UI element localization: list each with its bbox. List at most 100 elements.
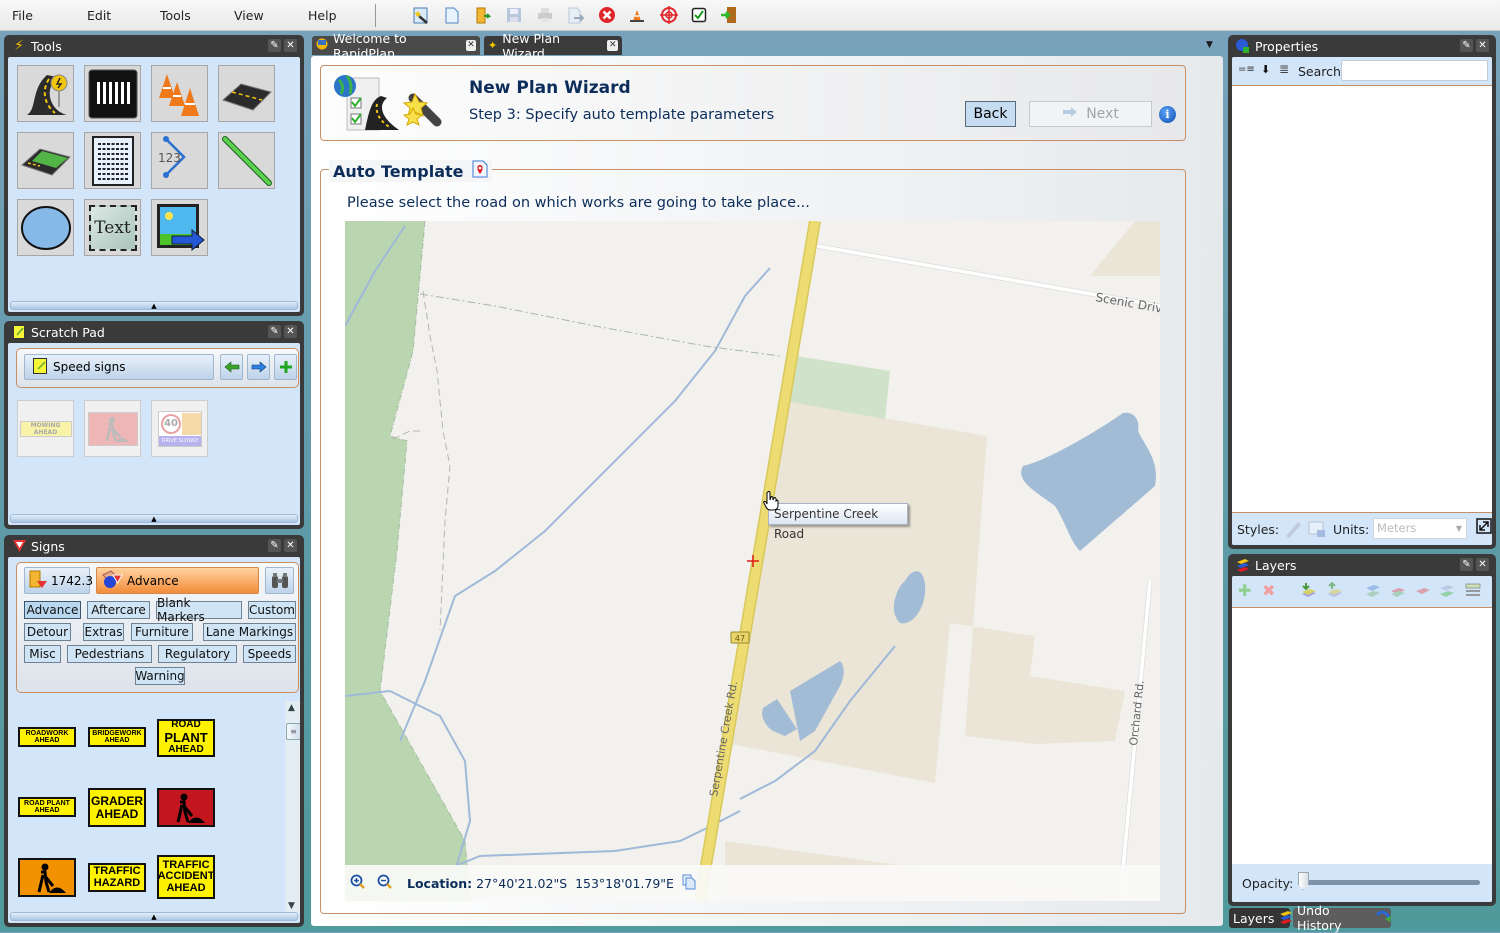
close-icon[interactable]: ✕ — [1476, 39, 1489, 52]
properties-search-input[interactable] — [1341, 60, 1488, 81]
categorized-view-icon[interactable]: =≡ — [1238, 64, 1255, 75]
category-advance[interactable]: Advance — [24, 601, 81, 619]
tab-welcome[interactable]: Welcome to RapidPlan ✕ — [312, 31, 480, 61]
layer-properties-icon[interactable] — [1464, 582, 1482, 603]
exit-door-icon[interactable] — [720, 6, 738, 24]
save-style-icon[interactable] — [1308, 520, 1326, 541]
move-layer-up-icon[interactable] — [1326, 581, 1344, 603]
category-detour[interactable]: Detour — [24, 623, 71, 641]
checkbox-icon[interactable] — [690, 6, 708, 24]
scratch-item-roadworker[interactable] — [84, 400, 141, 457]
sign-road-plant-ahead[interactable]: ROAD PLANT AHEAD — [157, 719, 215, 757]
category-blank-markers[interactable]: Blank Markers — [156, 596, 242, 624]
copy-icon[interactable] — [682, 874, 696, 893]
sign-roadwork-ahead[interactable]: ROADWORK AHEAD — [18, 727, 76, 747]
opacity-slider-thumb[interactable] — [1298, 872, 1309, 890]
map-canvas[interactable]: 47 Scenic Drive Serpentine Creek Rd. Orc… — [345, 221, 1160, 901]
category-misc[interactable]: Misc — [24, 645, 61, 663]
category-custom[interactable]: Custom — [248, 601, 296, 619]
layer-lock-icon[interactable] — [1414, 582, 1432, 603]
sign-grader-ahead[interactable]: GRADER AHEAD — [88, 788, 146, 827]
scroll-thumb[interactable]: ≡ — [286, 723, 300, 740]
units-dropdown[interactable]: Meters ▼ — [1373, 518, 1467, 539]
traffic-cones-tool[interactable] — [151, 65, 208, 122]
new-document-icon[interactable] — [443, 6, 461, 24]
pin-icon[interactable]: ✎ — [268, 539, 281, 552]
image-tool[interactable] — [151, 199, 208, 256]
category-aftercare[interactable]: Aftercare — [87, 601, 150, 619]
text-tool[interactable]: Text — [84, 199, 141, 256]
sign-traffic-hazard[interactable]: TRAFFIC HAZARD — [88, 863, 146, 892]
sign-road-plant-ahead-small[interactable]: ROAD PLANT AHEAD — [18, 797, 76, 817]
category-lane-markings[interactable]: Lane Markings — [203, 623, 296, 641]
next-button[interactable]: Next — [1029, 101, 1152, 127]
menu-file[interactable]: File — [12, 8, 33, 23]
close-tab-icon[interactable]: ✕ — [607, 40, 618, 51]
signs-collapse-bar[interactable]: ▲ — [10, 912, 298, 921]
road-area-tool[interactable] — [17, 132, 74, 189]
line-tool[interactable] — [218, 132, 275, 189]
sign-library-button[interactable]: 1742.3 — [24, 567, 93, 594]
opacity-slider[interactable] — [1304, 880, 1480, 885]
close-icon[interactable]: ✕ — [284, 39, 297, 52]
sort-icon[interactable]: ⬇ — [1261, 63, 1270, 76]
pedestrian-crossing-tool[interactable] — [84, 65, 141, 122]
signs-scrollbar[interactable]: ▲ ≡ ▼ — [285, 701, 300, 913]
scratch-pad-selector[interactable]: Speed signs — [24, 354, 214, 380]
search-signs-button[interactable] — [265, 567, 294, 594]
styles-brush-icon[interactable] — [1284, 520, 1302, 541]
category-regulatory[interactable]: Regulatory — [158, 645, 237, 663]
sign-category-dropdown[interactable]: Advance — [96, 567, 259, 594]
category-furniture[interactable]: Furniture — [131, 623, 193, 641]
scroll-up-icon[interactable]: ▲ — [288, 703, 295, 713]
add-layer-icon[interactable]: ✚ — [1238, 583, 1251, 599]
close-red-icon[interactable] — [598, 6, 616, 24]
scroll-down-icon[interactable]: ▼ — [288, 901, 295, 911]
previous-button[interactable] — [220, 354, 243, 380]
pin-icon[interactable]: ✎ — [268, 39, 281, 52]
zoom-in-icon[interactable] — [350, 874, 366, 893]
target-icon[interactable] — [660, 6, 678, 24]
pin-icon[interactable]: ✎ — [1460, 558, 1473, 571]
menu-tools[interactable]: Tools — [160, 8, 191, 23]
road-selection-map[interactable]: 47 Scenic Drive Serpentine Creek Rd. Orc… — [345, 221, 1160, 901]
open-folder-icon[interactable] — [474, 6, 492, 24]
ellipse-tool[interactable] — [17, 199, 74, 256]
info-icon[interactable]: i — [1159, 106, 1176, 123]
traffic-cones-icon[interactable] — [628, 6, 646, 24]
layer-merge-icon[interactable] — [1364, 582, 1382, 603]
measure-tool[interactable]: 123 — [151, 132, 208, 189]
zoom-out-icon[interactable] — [377, 874, 393, 893]
road-sign-tool[interactable] — [17, 65, 74, 122]
menu-view[interactable]: View — [234, 8, 264, 23]
tools-collapse-bar[interactable]: ▲ — [10, 301, 298, 310]
sign-bridgework-ahead[interactable]: BRIDGEWORK AHEAD — [88, 727, 146, 747]
layer-duplicate-icon[interactable] — [1438, 582, 1456, 603]
pin-icon[interactable]: ✎ — [1460, 39, 1473, 52]
close-icon[interactable]: ✕ — [1476, 558, 1489, 571]
back-button[interactable]: Back — [965, 101, 1016, 127]
scratch-pad-collapse-bar[interactable]: ▲ — [10, 514, 298, 523]
bottom-tab-layers[interactable]: Layers — [1229, 908, 1293, 928]
next-button[interactable] — [247, 354, 270, 380]
category-speeds[interactable]: Speeds — [243, 645, 296, 663]
tab-list-dropdown-icon[interactable]: ▼ — [1206, 40, 1213, 50]
scratch-item-speed-40[interactable]: 40 DRIVE SLOWLY — [151, 400, 208, 457]
add-button[interactable] — [274, 354, 297, 380]
bottom-tab-undo-history[interactable]: Undo History — [1293, 903, 1391, 933]
pin-icon[interactable]: ✎ — [268, 325, 281, 338]
close-icon[interactable]: ✕ — [284, 325, 297, 338]
sign-roadworker-orange[interactable] — [18, 858, 76, 897]
menu-edit[interactable]: Edit — [87, 8, 111, 23]
scratch-item-mowing-ahead[interactable]: MOWING AHEAD — [17, 400, 74, 457]
list-view-icon[interactable]: ≣ — [1279, 62, 1289, 76]
expand-icon[interactable] — [1476, 518, 1492, 537]
sign-traffic-accident-ahead[interactable]: TRAFFIC ACCIDENT AHEAD — [157, 855, 215, 899]
sign-roadworker-red[interactable] — [157, 788, 215, 827]
road-segment-tool[interactable] — [218, 65, 275, 122]
category-warning[interactable]: Warning — [135, 667, 185, 685]
menu-help[interactable]: Help — [308, 8, 337, 23]
category-extras[interactable]: Extras — [83, 623, 124, 641]
category-pedestrians[interactable]: Pedestrians — [67, 645, 152, 663]
new-plan-wizard-icon[interactable] — [412, 6, 430, 24]
